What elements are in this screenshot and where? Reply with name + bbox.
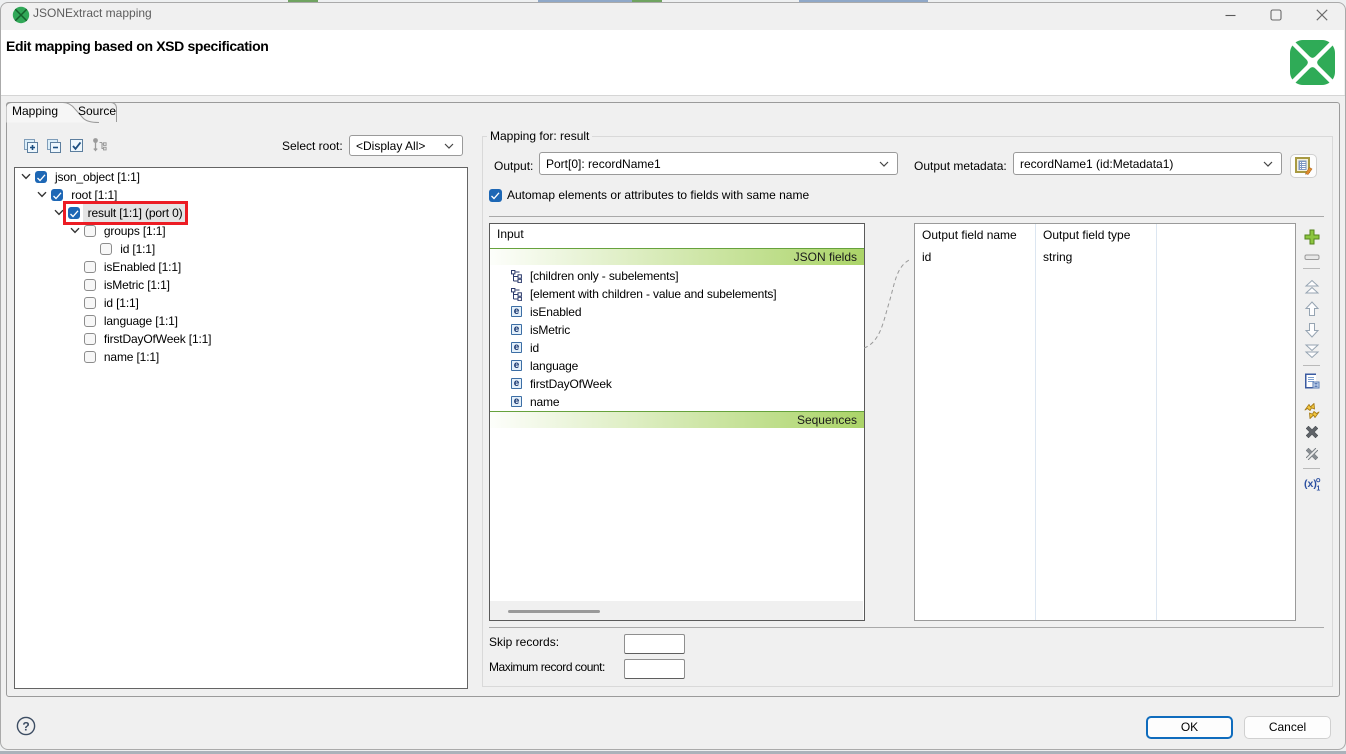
svg-text:1: 1: [1316, 485, 1320, 492]
svg-text:?: ?: [22, 719, 29, 733]
svg-text:(x): (x): [1304, 478, 1317, 490]
